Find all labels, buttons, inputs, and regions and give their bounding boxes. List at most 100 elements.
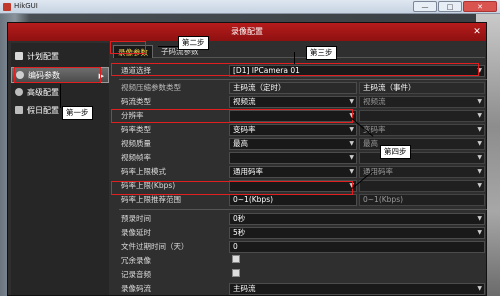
table-row: 码率上限模式 通用码率 ▼ 通用码率 ▼ [119, 165, 487, 179]
table-row: 记录音频 [119, 268, 487, 282]
row-label: 码率类型 [121, 125, 151, 134]
chevron-down-icon: ▼ [477, 215, 482, 222]
arrow-step1 [60, 84, 61, 108]
highlight-record-tab [110, 41, 146, 54]
table-row: 冗余录像 [119, 254, 487, 268]
maximize-button[interactable]: □ [438, 1, 462, 12]
chevron-down-icon: ▼ [477, 285, 482, 292]
row-label: 文件过期时间（天） [121, 242, 189, 251]
main-select[interactable]: ▼ [229, 152, 357, 164]
postrecord-value: 5秒 [233, 228, 246, 237]
record-stream-select[interactable]: 主码流 ▼ [229, 283, 485, 295]
table-row: 码率上限推荐范围 0~1(Kbps) 0~1(Kbps) [119, 193, 487, 207]
highlight-channel [111, 63, 479, 76]
table-row: 视频帧率 ▼ ▼ [119, 151, 487, 165]
chevron-down-icon: ▼ [477, 98, 482, 105]
table-row: 视频质量 最高 ▼ 最高 ▼ [119, 137, 487, 151]
row-label: 录像码流 [121, 284, 151, 293]
highlight-resolution [111, 109, 353, 123]
audio-checkbox[interactable] [232, 269, 240, 277]
sidebar-item-schedule[interactable]: 计划配置 [11, 49, 109, 65]
chevron-down-icon: ▼ [349, 168, 354, 175]
callout-step1: 第一步 [62, 106, 93, 120]
dialog-close-icon[interactable]: ✕ [472, 27, 482, 37]
record-stream-value: 主码流 [233, 284, 256, 293]
highlight-encoding [14, 67, 101, 83]
table-row: 预录时间 0秒 ▼ [119, 212, 487, 226]
event-select[interactable]: 最高 ▼ [359, 138, 485, 150]
redundant-cell [229, 255, 485, 267]
main-value: 最高 [233, 139, 248, 148]
header-row: 视频压缩参数类型 主码流（定时） 主码流（事件） [119, 81, 487, 95]
event-select[interactable]: 通用码率 ▼ [359, 166, 485, 178]
main-select[interactable]: 变码率 ▼ [229, 124, 357, 136]
arrow-step3 [294, 52, 295, 64]
header-event: 主码流（事件） [359, 82, 485, 94]
chevron-down-icon: ▼ [477, 182, 482, 189]
prerecord-value: 0秒 [233, 214, 246, 223]
arrow-step2 [158, 46, 178, 47]
callout-step4: 第四步 [380, 145, 411, 159]
chevron-down-icon: ▼ [477, 126, 482, 133]
table-row: 录像码流 主码流 ▼ [119, 282, 487, 296]
chevron-down-icon: ▼ [349, 140, 354, 147]
chevron-down-icon: ▼ [349, 154, 354, 161]
event-select[interactable]: ▼ [359, 110, 485, 122]
chevron-down-icon: ▼ [349, 98, 354, 105]
close-window-button[interactable]: ✕ [463, 1, 497, 12]
prerecord-select[interactable]: 0秒 ▼ [229, 213, 485, 225]
event-value: 最高 [363, 139, 378, 148]
sidebar-item-label: 计划配置 [27, 52, 59, 61]
header-label: 视频压缩参数类型 [121, 83, 181, 92]
main-select[interactable]: 通用码率 ▼ [229, 166, 357, 178]
row-label: 码率上限推荐范围 [121, 195, 181, 204]
row-label: 录像延时 [121, 228, 151, 237]
main-select[interactable]: 视频流 ▼ [229, 96, 357, 108]
event-value: 视频流 [363, 97, 386, 106]
table-row: 文件过期时间（天） 0 [119, 240, 487, 254]
app-window: HikGUI — □ ✕ 录像配置 ✕ 计划配置 编码参数 ▶ 高级配置 假日配… [0, 0, 500, 296]
expire-days-input[interactable]: 0 [229, 241, 485, 253]
row-label: 冗余录像 [121, 256, 151, 265]
event-select[interactable]: 视频流 ▼ [359, 96, 485, 108]
main-range-field: 0~1(Kbps) [229, 194, 357, 206]
header-main: 主码流（定时） [229, 82, 357, 94]
os-titlebar: HikGUI — □ ✕ [0, 0, 500, 14]
chevron-down-icon: ▼ [477, 154, 482, 161]
row-label: 视频质量 [121, 139, 151, 148]
table-row: 码率类型 变码率 ▼ 变码率 ▼ [119, 123, 487, 137]
sidebar-item-label: 高级配置 [27, 88, 59, 97]
gear-icon [15, 88, 23, 96]
postrecord-select[interactable]: 5秒 ▼ [229, 227, 485, 239]
divider [119, 209, 487, 210]
event-select[interactable]: 变码率 ▼ [359, 124, 485, 136]
os-window-title: HikGUI [14, 2, 38, 10]
holiday-icon [15, 106, 23, 114]
chevron-down-icon: ▼ [349, 126, 354, 133]
audio-cell [229, 269, 485, 281]
event-select[interactable]: ▼ [359, 180, 485, 192]
chevron-down-icon: ▼ [477, 168, 482, 175]
callout-step2: 第二步 [178, 36, 209, 50]
chevron-down-icon: ▼ [477, 140, 482, 147]
chevron-down-icon: ▼ [477, 229, 482, 236]
table-row: 录像延时 5秒 ▼ [119, 226, 487, 240]
main-value: 变码率 [233, 125, 256, 134]
sidebar-item-label: 假日配置 [27, 106, 59, 115]
row-label: 码流类型 [121, 97, 151, 106]
app-icon [3, 3, 11, 11]
main-value: 视频流 [233, 97, 256, 106]
highlight-bitrate-cap [111, 181, 353, 195]
chevron-down-icon: ▼ [477, 112, 482, 119]
divider [119, 79, 487, 80]
minimize-button[interactable]: — [413, 1, 437, 12]
calendar-icon [15, 52, 23, 60]
row-label: 码率上限模式 [121, 167, 166, 176]
main-select[interactable]: 最高 ▼ [229, 138, 357, 150]
event-select[interactable]: ▼ [359, 152, 485, 164]
event-range-field: 0~1(Kbps) [359, 194, 485, 206]
table-row: 码流类型 视频流 ▼ 视频流 ▼ [119, 95, 487, 109]
redundant-checkbox[interactable] [232, 255, 240, 263]
row-label: 视频帧率 [121, 153, 151, 162]
dialog-title: 录像配置 [8, 23, 486, 41]
